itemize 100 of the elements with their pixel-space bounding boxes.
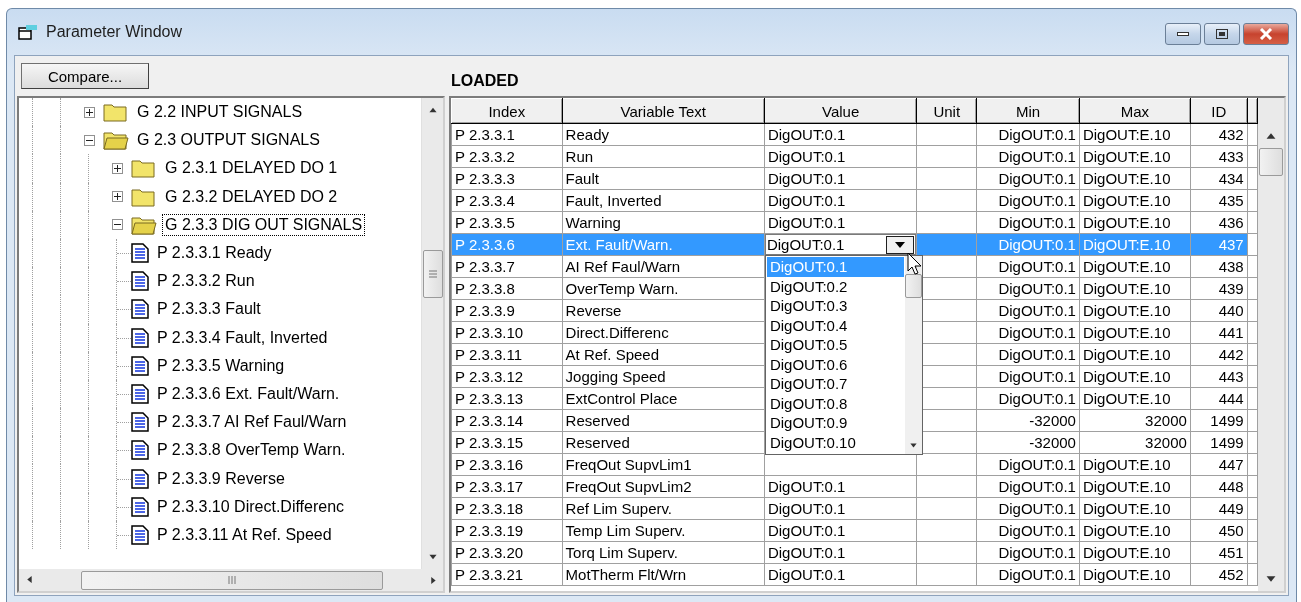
collapse-icon[interactable] [111,219,123,231]
table-cell: 449 [1190,497,1248,520]
tree-item[interactable]: P 2.3.3.11 At Ref. Speed [154,523,335,546]
expand-icon[interactable] [111,191,123,203]
table-cell: 440 [1190,299,1248,322]
table-cell: 435 [1190,189,1248,212]
column-header[interactable]: ID [1190,98,1248,124]
tree-item[interactable]: P 2.3.3.4 Fault, Inverted [154,326,331,349]
scroll-down-icon[interactable] [909,441,917,449]
minimize-button[interactable] [1165,23,1201,45]
table-cell: DigOUT:0.1 [976,145,1080,168]
tree-item[interactable]: P 2.3.3.2 Run [154,270,258,293]
tree-item[interactable]: P 2.3.3.7 AI Ref Faul/Warn [154,411,350,434]
column-header[interactable]: Value [764,98,917,124]
scrollbar-thumb[interactable] [904,274,922,298]
table-row[interactable]: P 2.3.3.20 Torq Lim Superv. DigOUT:0.1 DigOUT:0.1 DigOUT:E.10 451 [451,541,1258,564]
scroll-right-icon[interactable] [429,577,437,585]
table-row[interactable]: P 2.3.3.19 Temp Lim Superv. DigOUT:0.1 DigOUT:0.1 DigOUT:E.10 450 [451,519,1258,542]
tree-item[interactable]: P 2.3.3.5 Warning [154,354,288,377]
table-row[interactable]: P 2.3.3.21 MotTherm Flt/Wrn DigOUT:0.1 DigOUT:0.1 DigOUT:E.10 452 [451,563,1258,586]
tree-item[interactable]: G 2.3.3 DIG OUT SIGNALS [162,213,366,236]
table-cell: DigOUT:0.1 [976,321,1080,344]
tree-item[interactable]: G 2.3.2 DELAYED DO 2 [162,185,341,208]
column-header[interactable]: Variable Text [562,98,765,124]
dropdown-option[interactable]: DigOUT:0.6 [766,354,904,374]
status-label: LOADED [450,72,520,91]
table-cell: 443 [1190,365,1248,388]
table-cell: DigOUT:0.1 [976,475,1080,498]
column-header[interactable]: Unit [916,98,977,124]
table-cell: P 2.3.3.5 [451,211,563,234]
document-icon [131,271,149,292]
value-dropdown[interactable]: DigOUT:0.1 [764,234,917,255]
table-row[interactable]: P 2.3.3.1 Ready DigOUT:0.1 DigOUT:0.1 DigOUT:E.10 432 [451,123,1258,146]
table-cell: 432 [1190,123,1248,146]
dropdown-option[interactable]: DigOUT:0.7 [766,374,904,394]
table-cell: DigOUT:0.1 [976,233,1080,256]
dropdown-option[interactable]: DigOUT:0.4 [766,315,904,335]
dropdown-option[interactable]: DigOUT:0.5 [766,335,904,355]
table-row[interactable]: P 2.3.3.3 Fault DigOUT:0.1 DigOUT:0.1 DigOUT:E.10 434 [451,167,1258,190]
scrollbar[interactable] [421,98,443,569]
dropdown-option[interactable]: DigOUT:0.8 [766,393,904,413]
maximize-button[interactable] [1204,23,1240,45]
table-cell: DigOUT:0.1 [976,167,1080,190]
table-cell: Direct.Differenc [562,321,765,344]
document-icon [131,243,149,264]
document-icon [131,412,149,433]
horizontal-scrollbar[interactable] [19,569,443,591]
table-cell: DigOUT:E.10 [1079,277,1191,300]
table-cell: P 2.3.3.18 [451,497,563,520]
tree-item[interactable]: P 2.3.3.10 Direct.Differenc [154,495,348,518]
scrollbar-thumb[interactable] [81,570,383,590]
scroll-down-icon[interactable] [428,553,437,561]
expand-icon[interactable] [83,106,95,118]
table-cell: P 2.3.3.10 [451,321,563,344]
table-cell: DigOUT:E.10 [1079,365,1191,388]
table-row[interactable]: P 2.3.3.16 FreqOut SupvLim1 DigOUT:0.1 DigOUT:E.10 447 [451,453,1258,476]
column-header[interactable]: Index [451,98,563,124]
tree-item[interactable]: P 2.3.3.9 Reverse [154,467,288,490]
table-row[interactable]: P 2.3.3.4 Fault, Inverted DigOUT:0.1 DigOUT:0.1 DigOUT:E.10 435 [451,189,1258,212]
dropdown-option[interactable]: DigOUT:0.3 [766,296,904,316]
tree-item[interactable]: G 2.3.1 DELAYED DO 1 [162,157,341,180]
tree-item[interactable]: P 2.3.3.6 Ext. Fault/Warn. [154,382,343,405]
table-cell: Run [562,145,765,168]
dropdown-button[interactable] [886,235,915,254]
table-cell: P 2.3.3.1 [451,123,563,146]
scroll-up-icon[interactable] [1265,131,1276,141]
compare-button[interactable]: Compare... [21,63,149,89]
tree-item[interactable]: P 2.3.3.8 OverTemp Warn. [154,439,349,462]
scrollbar-thumb[interactable] [422,250,443,298]
scrollbar[interactable] [1257,98,1284,591]
table-cell: DigOUT:0.1 [976,211,1080,234]
folder-icon [131,186,157,207]
collapse-icon[interactable] [83,134,95,146]
table-row[interactable]: P 2.3.3.18 Ref Lim Superv. DigOUT:0.1 DigOUT:0.1 DigOUT:E.10 449 [451,497,1258,520]
expand-icon[interactable] [111,162,123,174]
close-button[interactable] [1243,23,1289,45]
table-cell: P 2.3.3.13 [451,387,563,410]
table-row[interactable]: P 2.3.3.2 Run DigOUT:0.1 DigOUT:0.1 DigOUT:E.10 433 [451,145,1258,168]
table-row[interactable]: P 2.3.3.5 Warning DigOUT:0.1 DigOUT:0.1 DigOUT:E.10 436 [451,211,1258,234]
table-cell: P 2.3.3.19 [451,519,563,542]
tree-item[interactable]: P 2.3.3.1 Ready [154,242,275,265]
table-cell: Reserved [562,409,765,432]
tree-item[interactable]: G 2.3 OUTPUT SIGNALS [134,129,323,152]
table-cell: DigOUT:0.1 [764,563,917,586]
scrollbar-thumb[interactable] [1258,148,1283,176]
table-row[interactable]: P 2.3.3.17 FreqOut SupvLim2 DigOUT:0.1 DigOUT:0.1 DigOUT:E.10 448 [451,475,1258,498]
table-cell: P 2.3.3.14 [451,409,563,432]
table-cell: P 2.3.3.12 [451,365,563,388]
table-cell: DigOUT:E.10 [1079,255,1191,278]
table-cell: AI Ref Faul/Warn [562,255,765,278]
table-cell: DigOUT:E.10 [1079,563,1191,586]
tree-item[interactable]: G 2.2 INPUT SIGNALS [134,101,306,124]
scroll-down-icon[interactable] [1265,574,1276,584]
table-cell: DigOUT:E.10 [1079,211,1191,234]
tree-item[interactable]: P 2.3.3.3 Fault [154,298,264,321]
column-header[interactable]: Min [976,98,1080,124]
column-header[interactable]: Max [1079,98,1191,124]
scroll-left-icon[interactable] [25,576,33,584]
table-cell: Ref Lim Superv. [562,497,765,520]
scroll-up-icon[interactable] [428,106,437,114]
